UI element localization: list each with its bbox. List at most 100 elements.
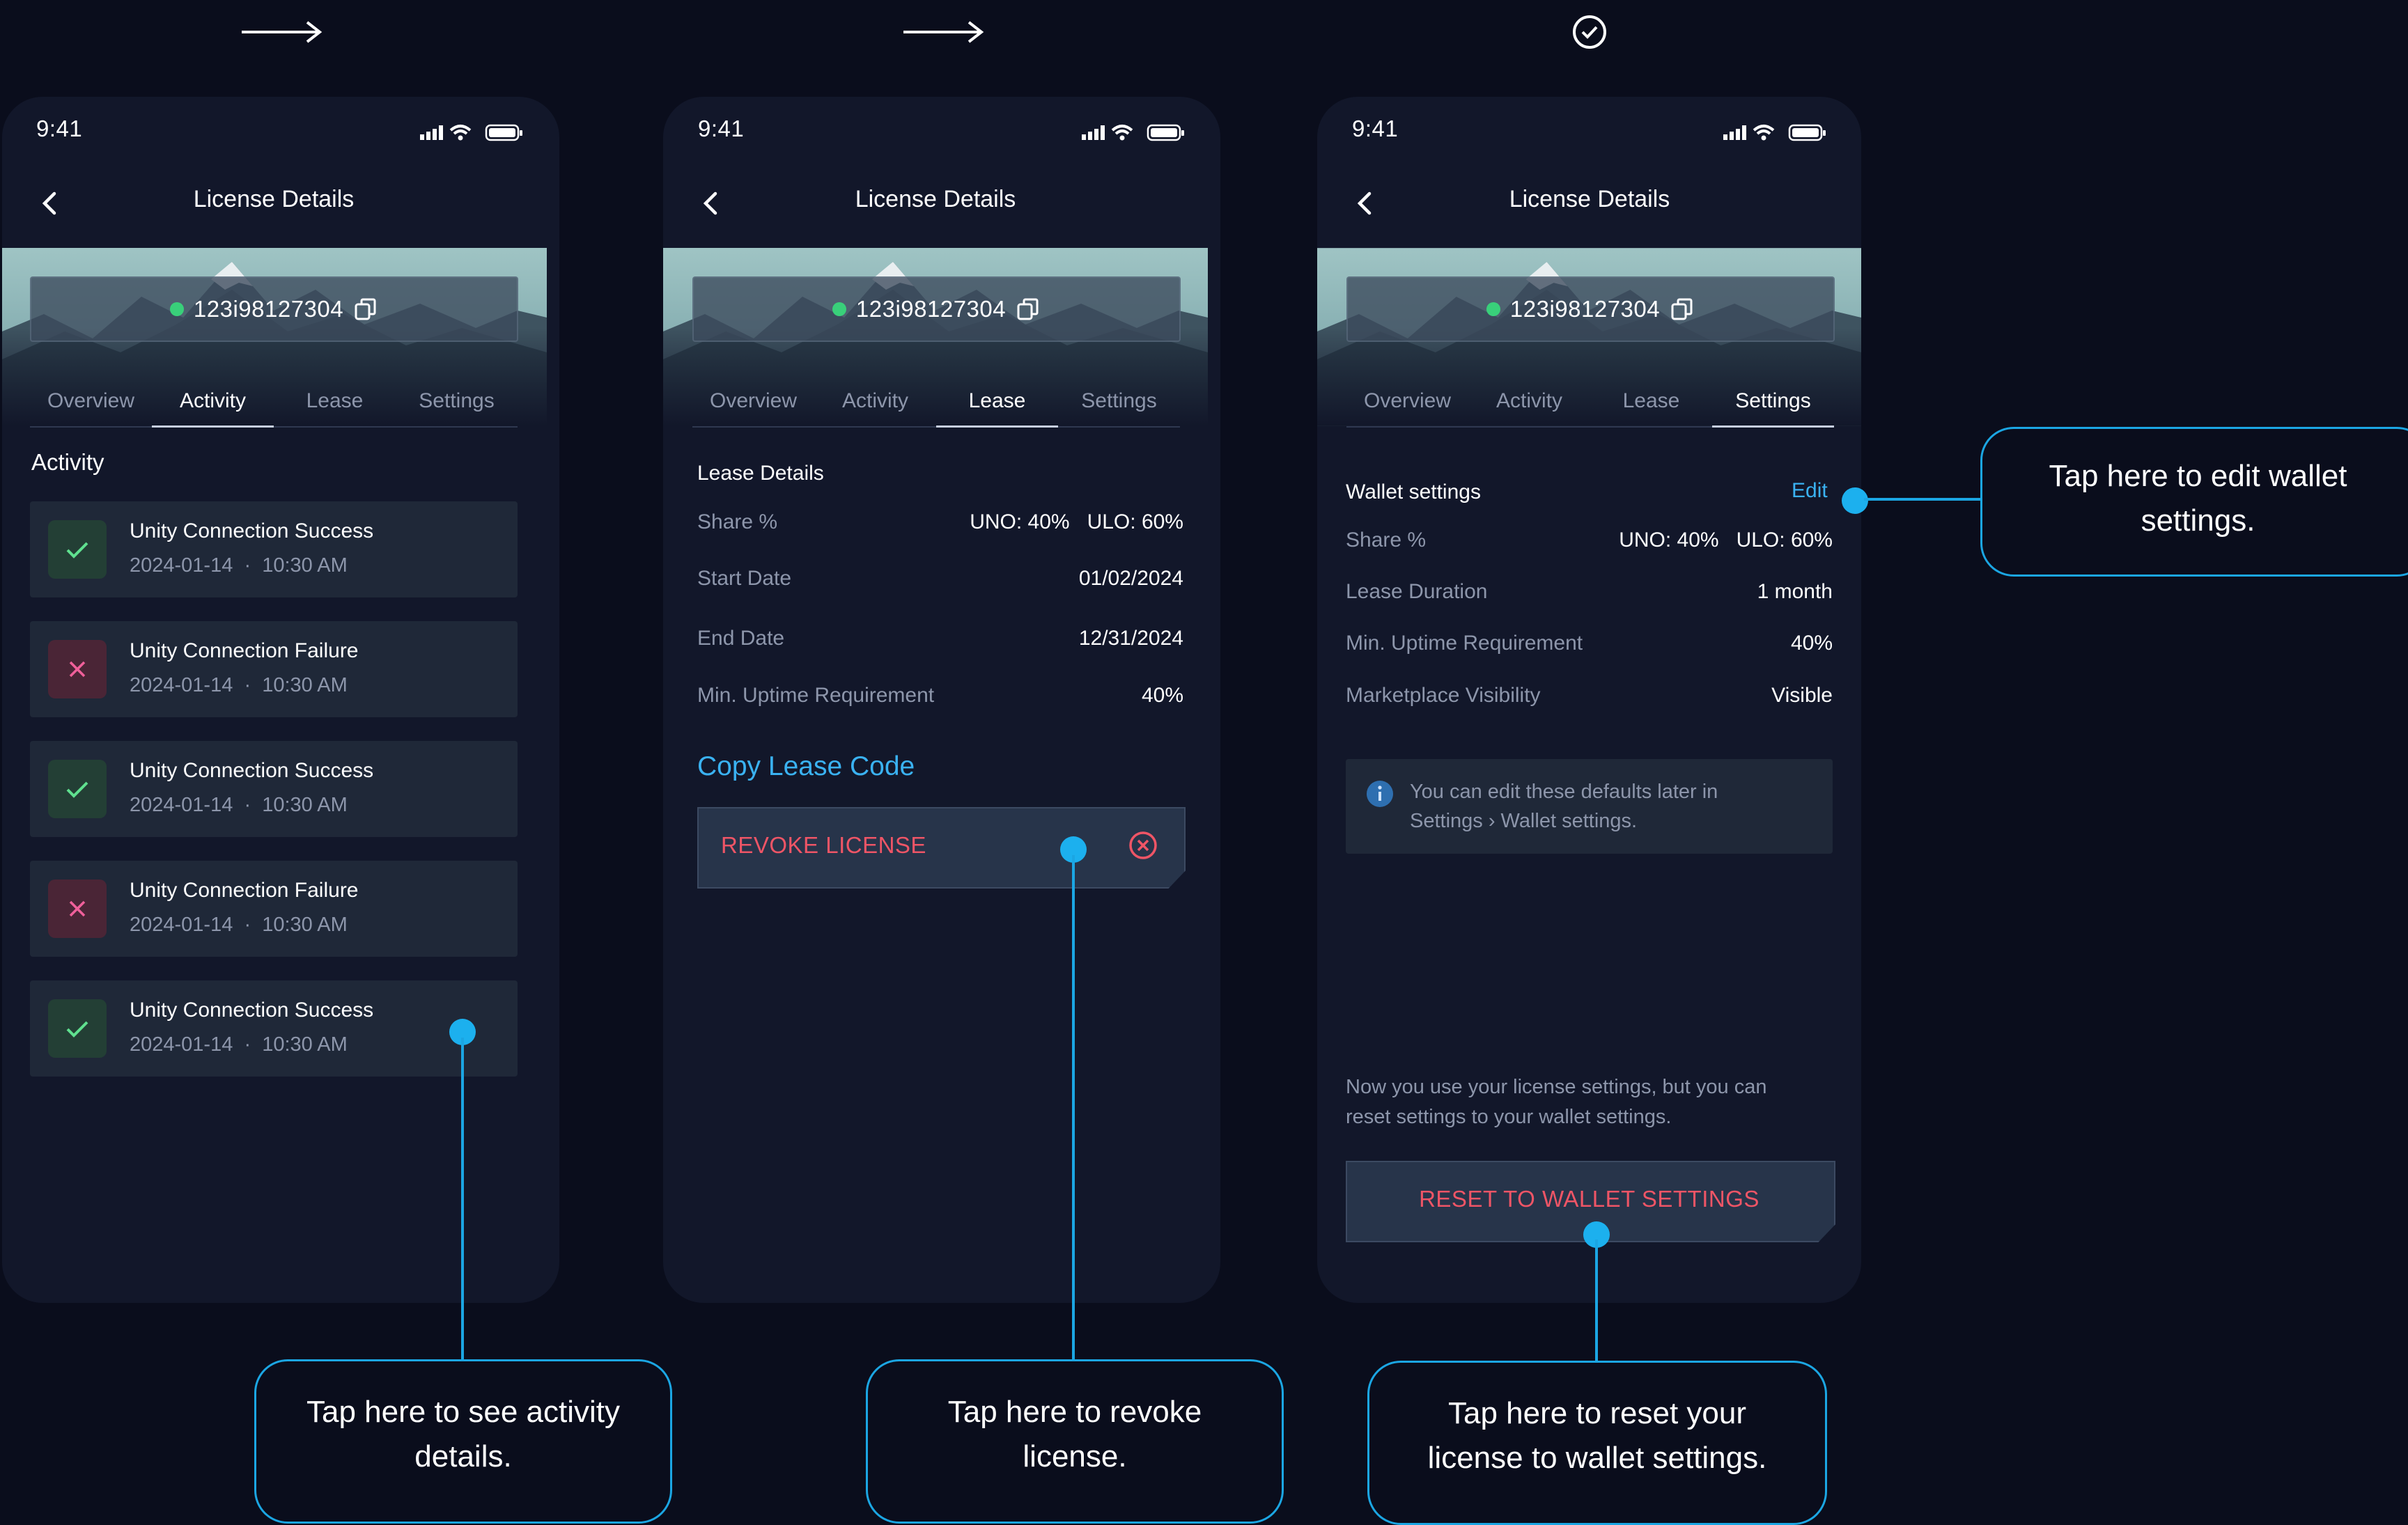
copy-icon[interactable] [353,297,378,322]
activity-item[interactable]: Unity Connection Success 2024-01-14 · 10… [30,741,518,837]
start-date-value: 01/02/2024 [1078,567,1183,590]
copy-lease-code-link[interactable]: Copy Lease Code [697,751,915,782]
tab-overview[interactable]: Overview [1346,382,1468,428]
back-chevron-icon[interactable] [1351,188,1379,219]
callout-connector [1864,498,1981,501]
callout-reset-text: Tap here to reset your license to wallet… [1427,1396,1767,1475]
info-text: You can edit these defaults later in Set… [1410,781,1718,832]
x-icon [69,661,86,678]
info-icon [1367,781,1393,807]
failure-badge [48,640,107,698]
tab-bar: Overview Activity Lease Settings [692,382,1180,428]
activity-item[interactable]: Unity Connection Success 2024-01-14 · 10… [30,501,518,597]
check-icon [66,1021,88,1038]
visibility-value: Visible [1771,684,1833,707]
success-badge [48,999,107,1058]
callout-revoke-text: Tap here to revoke license. [947,1395,1202,1473]
x-icon [69,900,86,917]
online-status-dot [832,302,846,316]
back-chevron-icon[interactable] [697,188,725,219]
failure-badge [48,879,107,938]
tab-settings[interactable]: Settings [1712,382,1834,428]
end-date-label: End Date [697,627,785,650]
license-id: 123i98127304 [855,296,1007,322]
activity-timestamp: 2024-01-14 · 10:30 AM [130,914,348,936]
license-id: 123i98127304 [1509,296,1661,322]
activity-item[interactable]: Unity Connection Failure 2024-01-14 · 10… [30,861,518,957]
status-icons [420,124,522,141]
activity-title: Unity Connection Success [130,999,374,1022]
share-value: UNO: 40% ULO: 60% [970,510,1183,533]
tab-overview[interactable]: Overview [30,382,152,428]
hotspot-marker [1842,487,1868,514]
start-date-label: Start Date [697,567,792,590]
license-id-pill: 123i98127304 [30,276,518,342]
activity-item[interactable]: Unity Connection Success 2024-01-14 · 10… [30,980,518,1077]
tab-activity[interactable]: Activity [814,382,936,428]
activity-heading: Activity [31,449,104,475]
screen-title: License Details [855,186,1016,212]
callout-edit-text: Tap here to edit wallet settings. [2049,459,2347,538]
arrow-right-icon [242,21,323,43]
share-value: UNO: 40% ULO: 60% [1619,529,1833,552]
uptime-value: 40% [1141,684,1183,707]
tab-lease[interactable]: Lease [274,382,396,428]
callout-connector [1595,1239,1598,1361]
visibility-label: Marketplace Visibility [1346,684,1541,707]
activity-timestamp: 2024-01-14 · 10:30 AM [130,554,348,577]
tab-bar: Overview Activity Lease Settings [1346,382,1834,428]
revoke-license-label: REVOKE LICENSE [721,832,926,858]
callout-connector [1072,855,1075,1359]
activity-title: Unity Connection Failure [130,879,359,902]
activity-title: Unity Connection Failure [130,639,359,662]
share-label: Share % [1346,529,1427,552]
tab-activity[interactable]: Activity [1468,382,1590,428]
tab-settings[interactable]: Settings [396,382,518,428]
online-status-dot [1486,302,1500,316]
callout-activity-text: Tap here to see activity details. [306,1395,620,1473]
back-chevron-icon[interactable] [36,188,64,219]
status-time: 9:41 [698,116,745,141]
lease-duration-label: Lease Duration [1346,580,1488,603]
status-icons [1082,124,1184,141]
activity-timestamp: 2024-01-14 · 10:30 AM [130,674,348,696]
tab-settings[interactable]: Settings [1058,382,1180,428]
close-circle-icon [1129,831,1157,859]
lease-duration-value: 1 month [1757,580,1833,603]
success-badge [48,760,107,818]
activity-timestamp: 2024-01-14 · 10:30 AM [130,794,348,816]
activity-item[interactable]: Unity Connection Failure 2024-01-14 · 10… [30,621,518,717]
tab-activity[interactable]: Activity [152,382,274,428]
activity-title: Unity Connection Success [130,759,374,782]
tab-bar: Overview Activity Lease Settings [30,382,518,428]
check-icon [66,542,88,558]
copy-icon[interactable] [1016,297,1041,322]
check-icon [66,781,88,798]
tab-overview[interactable]: Overview [692,382,814,428]
reset-note: Now you use your license settings, but y… [1346,1076,1767,1128]
check-circle-icon [1573,15,1606,49]
online-status-dot [169,302,184,316]
status-time: 9:41 [1352,116,1399,141]
uptime-label: Min. Uptime Requirement [697,684,935,707]
copy-icon[interactable] [1670,297,1695,322]
tab-lease[interactable]: Lease [936,382,1058,428]
activity-title: Unity Connection Success [130,519,374,542]
status-time: 9:41 [36,116,83,141]
wallet-settings-heading: Wallet settings [1346,480,1481,503]
license-id: 123i98127304 [193,296,344,322]
reset-to-wallet-settings-label: RESET TO WALLET SETTINGS [1419,1186,1760,1212]
screen-title: License Details [1509,186,1670,212]
uptime-value: 40% [1790,632,1833,655]
tab-lease[interactable]: Lease [1590,382,1712,428]
success-badge [48,520,107,579]
license-id-pill: 123i98127304 [1346,276,1835,342]
arrow-right-icon [903,21,984,43]
edit-wallet-settings-link[interactable]: Edit [1792,479,1828,503]
share-label: Share % [697,510,778,533]
activity-timestamp: 2024-01-14 · 10:30 AM [130,1033,348,1056]
uptime-label: Min. Uptime Requirement [1346,632,1583,655]
callout-connector [461,1038,464,1359]
lease-details-heading: Lease Details [697,462,824,485]
status-icons [1723,124,1826,141]
